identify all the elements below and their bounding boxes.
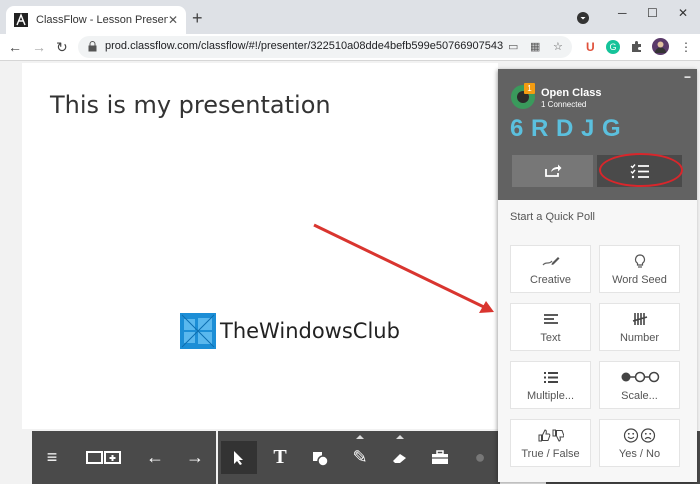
- student-count-badge: 1: [524, 83, 535, 94]
- profile-dropdown-icon[interactable]: [577, 12, 589, 24]
- previous-slide-icon[interactable]: ←: [137, 441, 173, 474]
- eraser-tool-icon[interactable]: [382, 435, 418, 474]
- highlight-circle: [599, 153, 683, 187]
- thumbs-icon: [538, 428, 564, 442]
- next-slide-icon[interactable]: →: [177, 441, 213, 474]
- pen-options-caret-icon[interactable]: [356, 435, 364, 439]
- bookmark-star-icon[interactable]: ☆: [553, 40, 563, 53]
- poll-scale-button[interactable]: Scale...: [599, 361, 680, 409]
- creative-icon: [542, 257, 559, 266]
- extensions-puzzle-icon[interactable]: [630, 40, 644, 54]
- slides-add-icon: [86, 450, 121, 464]
- open-class-label: Open Class: [541, 87, 602, 99]
- qr-code-icon[interactable]: ▦: [530, 40, 540, 53]
- tab-title: ClassFlow - Lesson Presenter: [36, 14, 168, 26]
- scale-icon: [621, 371, 659, 383]
- shapes-icon: [313, 451, 329, 466]
- browser-tab[interactable]: ClassFlow - Lesson Presenter ✕: [6, 6, 186, 34]
- text-icon: [543, 314, 558, 324]
- cursor-arrow-icon: [234, 450, 243, 465]
- multiple-choice-icon: [543, 371, 558, 383]
- poll-text-button[interactable]: Text: [510, 303, 591, 351]
- number-icon: [632, 313, 647, 325]
- palette-icon[interactable]: ●: [462, 441, 498, 474]
- class-panel: − 1 Open Class 1 Connected 6 R D J G Sta…: [498, 69, 697, 482]
- avatar[interactable]: [652, 38, 669, 55]
- smiley-icon: [623, 427, 655, 443]
- class-code: 6 R D J G: [510, 115, 622, 142]
- poll-creative-button[interactable]: Creative: [510, 245, 591, 293]
- eraser-icon: [393, 453, 406, 463]
- poll-type-label: True / False: [521, 447, 580, 460]
- minimize-button[interactable]: ─: [618, 6, 627, 20]
- classflow-favicon-icon: [14, 13, 28, 27]
- pen-tool-icon[interactable]: ✎: [342, 435, 378, 474]
- poll-word-seed-button[interactable]: Word Seed: [599, 245, 680, 293]
- menu-hamburger-icon[interactable]: ≡: [34, 441, 70, 474]
- toolbox-icon[interactable]: [422, 441, 458, 474]
- cast-icon[interactable]: ▭: [508, 40, 518, 53]
- lock-icon: [88, 41, 97, 52]
- poll-type-label: Text: [540, 331, 561, 344]
- poll-type-label: Multiple...: [526, 389, 575, 402]
- close-window-button[interactable]: ✕: [678, 6, 688, 20]
- poll-multiple-button[interactable]: Multiple...: [510, 361, 591, 409]
- poll-true-false-button[interactable]: True / False: [510, 419, 591, 467]
- tab-strip: ClassFlow - Lesson Presenter ✕ + ─ ☐ ✕: [0, 0, 700, 34]
- share-icon: [544, 164, 561, 177]
- text-tool-icon[interactable]: T: [262, 441, 298, 474]
- address-bar[interactable]: prod.classflow.com/classflow/#!/presente…: [78, 36, 572, 58]
- browser-toolbar: ← → ↻ prod.classflow.com/classflow/#!/pr…: [0, 34, 700, 61]
- add-slide-icon[interactable]: [84, 441, 124, 474]
- extension-u-icon[interactable]: U: [586, 38, 595, 56]
- shapes-tool-icon[interactable]: [302, 441, 338, 474]
- poll-number-button[interactable]: Number: [599, 303, 680, 351]
- share-button[interactable]: [512, 155, 593, 187]
- poll-type-label: Number: [619, 331, 660, 344]
- minimize-panel-icon[interactable]: −: [684, 70, 691, 84]
- reload-icon[interactable]: ↻: [56, 38, 68, 56]
- poll-type-label: Scale...: [621, 389, 658, 402]
- forward-icon[interactable]: →: [32, 38, 46, 56]
- class-header: − 1 Open Class 1 Connected 6 R D J G: [498, 69, 697, 200]
- grammarly-icon[interactable]: G: [606, 40, 620, 54]
- back-icon[interactable]: ←: [8, 38, 22, 56]
- tab-close-icon[interactable]: ✕: [168, 13, 178, 27]
- eraser-options-caret-icon[interactable]: [396, 435, 404, 439]
- navigation-toolbar: ≡ ← →: [32, 431, 216, 484]
- poll-type-label: Creative: [530, 273, 571, 286]
- url-text: prod.classflow.com/classflow/#!/presente…: [105, 40, 504, 52]
- select-pointer-icon[interactable]: [221, 441, 257, 474]
- tools-toolbar: T ✎ ●: [218, 431, 500, 484]
- maximize-button[interactable]: ☐: [647, 6, 658, 20]
- lightbulb-icon: [634, 254, 645, 268]
- poll-type-label: Yes / No: [618, 447, 661, 460]
- connected-count: 1 Connected: [541, 100, 587, 109]
- browser-menu-icon[interactable]: ⋮: [680, 38, 692, 56]
- poll-yes-no-button[interactable]: Yes / No: [599, 419, 680, 467]
- new-tab-button[interactable]: +: [192, 8, 203, 28]
- briefcase-icon: [432, 450, 448, 464]
- poll-type-label: Word Seed: [612, 273, 667, 286]
- svg-text:G: G: [609, 42, 616, 52]
- quick-poll-label: Start a Quick Poll: [510, 211, 595, 223]
